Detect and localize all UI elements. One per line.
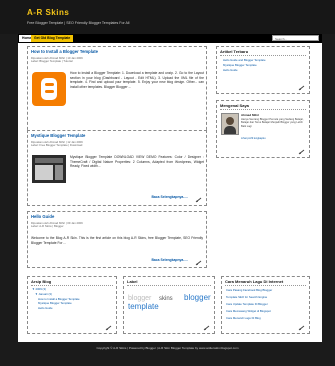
post-meta: Diposkan oleh Ahmad Mihri | 12 Jan 2009 …	[31, 140, 83, 148]
read-more-link[interactable]: Baca Selengkapnya.....	[151, 258, 188, 262]
thumb-content	[35, 165, 53, 180]
divider	[220, 55, 306, 56]
blogger-b-bar-icon	[45, 83, 54, 86]
edit-tool-icon[interactable]	[195, 197, 203, 203]
divider	[31, 285, 113, 286]
profile-link[interactable]: Lihat profil lengkapku	[241, 137, 266, 140]
link-item[interactable]: Cara Memasang Widget di Blogspot	[226, 308, 272, 315]
recent-posts-widget: Artikel Terbaru Hello Guide and Blogger …	[216, 46, 310, 94]
widget-title: Mengenal Saya	[220, 103, 249, 108]
avatar[interactable]	[221, 113, 239, 135]
template-thumbnail	[32, 155, 66, 183]
site-description: Free Blogger Template | SEO Friendly Blo…	[27, 21, 130, 25]
link-item[interactable]: Cara Menaruh Lagu Di Blog	[226, 315, 272, 322]
link-item[interactable]: Template SEO for Search Engine	[226, 294, 272, 301]
post-labels[interactable]: Label: A-R Skins | Blogger	[31, 224, 83, 228]
divider	[220, 109, 306, 110]
post-excerpt: Mystique Blogger Template DOWNLOAD VIEW …	[70, 155, 204, 168]
post-title[interactable]: Hello Guide	[31, 214, 54, 219]
blogger-logo	[32, 72, 66, 106]
post-meta: Diposkan oleh Ahmad Mihri | 10 Jan 2009 …	[31, 56, 83, 64]
edit-tool-icon[interactable]	[195, 260, 203, 266]
edit-tool-icon[interactable]	[105, 325, 113, 331]
link-item[interactable]: Cara Pasang Facebook Blog Blogger	[226, 287, 272, 294]
blogger-b-bar-icon	[45, 90, 54, 93]
archive-list: ▼ 2009 (3) ▼ Januari (3) How to Install …	[32, 287, 80, 311]
archive-widget: Arsip Blog ▼ 2009 (3) ▼ Januari (3) How …	[27, 276, 117, 334]
label-skins[interactable]: skins	[159, 296, 173, 302]
read-more-link[interactable]: Baca Selengkapnya.....	[151, 195, 188, 199]
search-input[interactable]: Search...	[272, 35, 319, 41]
thumb-header	[35, 158, 63, 163]
widget-title: Arsip Blog	[31, 279, 52, 284]
author-bio: Hanya Seorang Blogger Pemula yang Sedang…	[241, 118, 304, 128]
thumb-sidebar	[55, 165, 63, 180]
link-item[interactable]: Cara Update Template Di Blogger	[226, 301, 272, 308]
post-labels[interactable]: Label: Blogger Template | Tutorial	[31, 59, 83, 63]
widget-title: Artikel Terbaru	[220, 49, 249, 54]
post-2: Mystique Blogger Template Diposkan oleh …	[27, 130, 207, 206]
nav-templates-link[interactable]: Get Old Blog Template	[31, 35, 74, 42]
label-blogger-large[interactable]: blogger	[184, 293, 211, 302]
copyright-footer: Copyright © A-R Skins | Powered by Blogg…	[96, 346, 239, 350]
widget-title: Cara Menaruh Lagu Di Internet	[225, 279, 284, 284]
about-me-widget: Mengenal Saya Ahmad Mihri Hanya Seorang …	[216, 100, 310, 158]
edit-tool-icon[interactable]	[298, 85, 306, 91]
post-title[interactable]: How to Install a Blogger Template	[31, 49, 98, 54]
divider	[127, 285, 211, 286]
navbar: Home Get Old Blog Template Search...	[18, 34, 322, 43]
edit-tool-icon[interactable]	[298, 325, 306, 331]
post-title[interactable]: Mystique Blogger Template	[31, 133, 85, 138]
divider	[225, 285, 306, 286]
author-name: Ahmad Mihri	[241, 113, 260, 117]
post-meta: Diposkan oleh Ahmad Mihri | 09 Jan 2009 …	[31, 221, 83, 229]
post-excerpt: Welcome to the Blog A-R Skin. This is th…	[31, 236, 203, 245]
site-title[interactable]: A-R Skins	[27, 8, 69, 17]
widget-title: Label	[127, 279, 138, 284]
edit-tool-icon[interactable]	[298, 149, 306, 155]
label-blogger[interactable]: blogger	[128, 295, 151, 302]
edit-tool-icon[interactable]	[203, 325, 211, 331]
post-3: Hello Guide Diposkan oleh Ahmad Mihri | …	[27, 211, 207, 268]
label-template[interactable]: template	[128, 302, 159, 311]
avatar-head-icon	[226, 117, 234, 125]
post-labels[interactable]: Label: Free Blogger Template | Download	[31, 143, 83, 147]
label-widget: Label blogger skins blogger template	[123, 276, 215, 334]
page: A-R Skins Free Blogger Template | SEO Fr…	[0, 0, 335, 366]
avatar-body-icon	[224, 126, 236, 134]
blogger-b-icon	[41, 78, 57, 100]
post-excerpt: How to install a Blogger Template: 1. Do…	[70, 71, 204, 89]
post-1: How to Install a Blogger Template Diposk…	[27, 46, 207, 140]
archive-post-link[interactable]: Hello Guide	[32, 306, 80, 311]
site-header: A-R Skins Free Blogger Template | SEO Fr…	[0, 0, 335, 34]
links-list: Cara Pasang Facebook Blog Blogger Templa…	[226, 287, 272, 322]
recent-posts-list: Hello Guide and Blogger Template Mystiqu…	[223, 58, 266, 73]
recent-post-link[interactable]: Hello Guide	[223, 68, 266, 73]
links-widget: Cara Menaruh Lagu Di Internet Cara Pasan…	[221, 276, 310, 334]
